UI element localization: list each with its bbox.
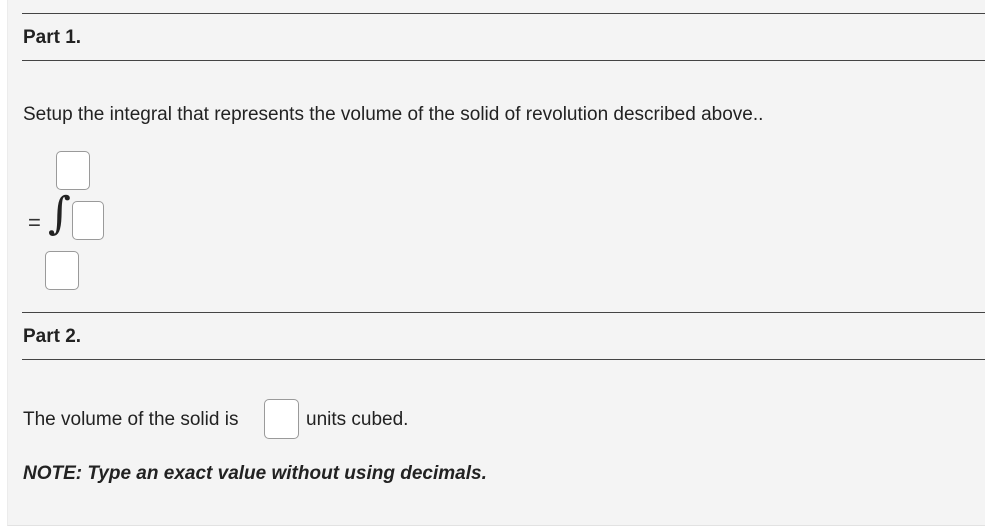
volume-sentence-start: The volume of the solid is [23,409,239,430]
part1-top-divider [22,13,985,14]
part2-title: Part 2. [23,326,82,347]
volume-answer-input[interactable] [264,399,299,439]
part1-bottom-divider [22,60,985,61]
lower-limit-input[interactable] [45,251,79,290]
part2-bottom-divider [22,359,985,360]
upper-limit-input[interactable] [56,151,90,190]
part1-title: Part 1. [23,27,82,48]
part2-top-divider [22,312,985,313]
volume-sentence-end: units cubed. [306,409,409,430]
question-panel: Part 1. Setup the integral that represen… [7,0,985,526]
equals-sign: = [28,210,41,235]
exact-value-note: NOTE: Type an exact value without using … [23,463,487,484]
integrand-input[interactable] [72,201,104,240]
integral-sign-icon: ∫ [48,188,71,239]
part1-prompt: Setup the integral that represents the v… [23,104,764,125]
